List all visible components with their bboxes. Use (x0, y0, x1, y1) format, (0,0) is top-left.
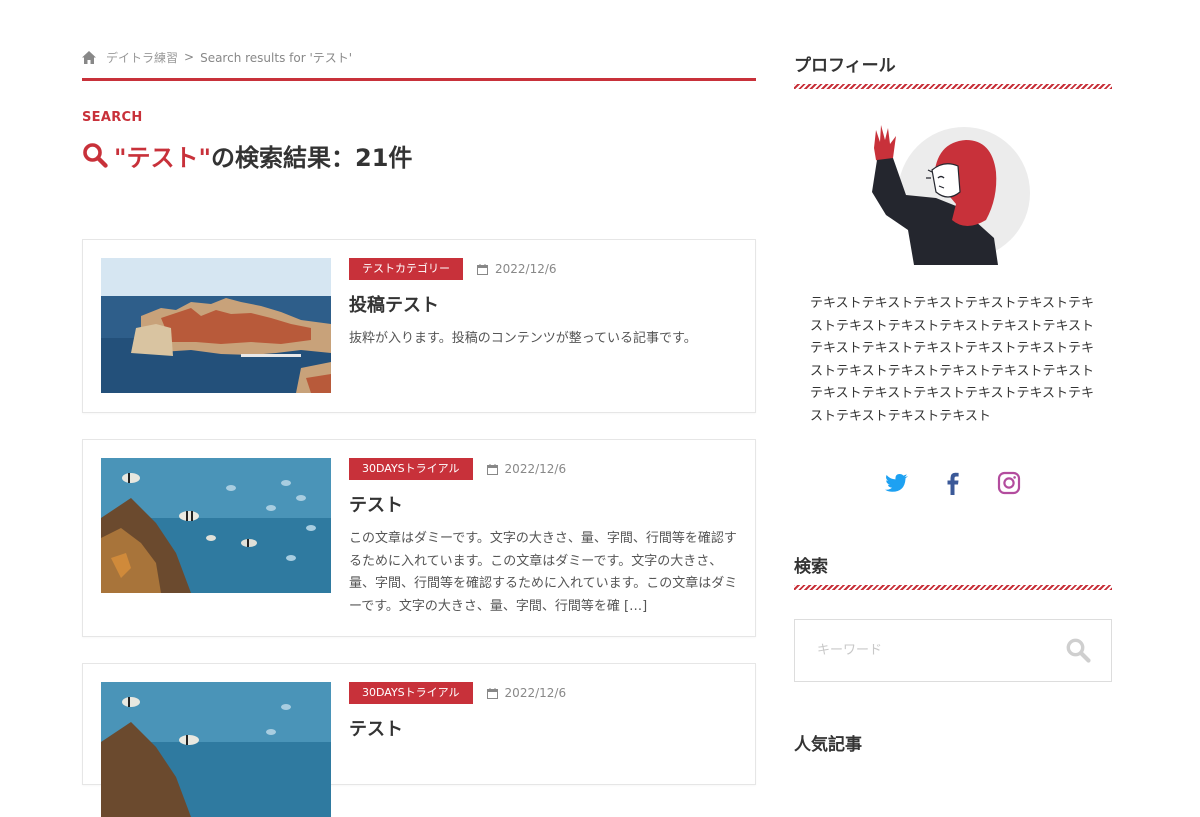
widget-divider (794, 84, 1112, 89)
post-card[interactable]: 30DAYSトライアル 2022/12/6 テスト この文章はダミーです。文字の… (82, 439, 756, 637)
search-result-count: の検索結果：21件 (211, 143, 413, 172)
post-excerpt: 抜粋が入ります。投稿のコンテンツが整っている記事です。 (349, 331, 697, 346)
calendar-icon (486, 687, 498, 699)
search-form (794, 619, 1112, 682)
avatar (872, 125, 1030, 265)
search-widget-title: 検索 (794, 557, 828, 577)
page: デイトラ練習 > Search results for 'テスト' SEARCH… (0, 0, 1200, 817)
post-title[interactable]: テスト (349, 715, 403, 741)
category-badge[interactable]: 30DAYSトライアル (349, 458, 473, 480)
breadcrumb-current: Search results for 'テスト' (200, 50, 353, 65)
search-icon (83, 143, 108, 168)
search-submit-icon[interactable] (1065, 637, 1091, 663)
post-title[interactable]: 投稿テスト (349, 291, 439, 317)
profile-text: テキストテキストテキストテキストテキストテキストテキストテキストテキストテキスト… (810, 296, 1095, 424)
post-title[interactable]: テスト (349, 491, 403, 517)
reef-fish-icon (101, 458, 331, 593)
category-badge[interactable]: テストカテゴリー (349, 258, 463, 280)
coastal-old-town-icon (101, 258, 331, 393)
calendar-icon (477, 263, 488, 275)
profile-widget-title: プロフィール (794, 56, 896, 76)
post-date-text: 2022/12/6 (504, 462, 567, 476)
post-date-text: 2022/12/6 (495, 262, 557, 276)
post-thumbnail[interactable] (101, 458, 331, 593)
post-date: 2022/12/6 (486, 686, 567, 700)
home-icon[interactable] (82, 50, 96, 64)
breadcrumb-separator: > (184, 50, 195, 64)
reef-fish-icon (101, 682, 331, 817)
twitter-icon[interactable] (884, 470, 910, 496)
search-term: "テスト" (114, 143, 212, 172)
page-title: "テスト" の検索結果：21件 (82, 138, 412, 172)
facebook-icon[interactable] (940, 470, 966, 496)
post-card[interactable]: テストカテゴリー 2022/12/6 投稿テスト 抜粋が入ります。投稿のコンテン… (82, 239, 756, 413)
calendar-icon (486, 463, 498, 475)
post-meta: 30DAYSトライアル 2022/12/6 (349, 458, 566, 480)
post-date-text: 2022/12/6 (504, 686, 567, 700)
post-meta: 30DAYSトライアル 2022/12/6 (349, 682, 566, 704)
post-thumbnail[interactable] (101, 682, 331, 817)
search-input[interactable] (795, 620, 1067, 681)
post-date: 2022/12/6 (477, 262, 557, 276)
breadcrumb-divider (82, 78, 756, 81)
popular-widget-title: 人気記事 (794, 735, 862, 755)
breadcrumb: デイトラ練習 > Search results for 'テスト' (82, 48, 756, 66)
category-badge[interactable]: 30DAYSトライアル (349, 682, 473, 704)
post-meta: テストカテゴリー 2022/12/6 (349, 258, 557, 280)
post-excerpt: この文章はダミーです。文字の大きさ、量、字間、行間等を確認するために入れています… (349, 531, 738, 614)
breadcrumb-home-link[interactable]: デイトラ練習 (106, 49, 178, 66)
post-thumbnail[interactable] (101, 258, 331, 393)
instagram-icon[interactable] (996, 470, 1022, 496)
post-card[interactable]: 30DAYSトライアル 2022/12/6 テスト (82, 663, 756, 817)
search-label: SEARCH (82, 110, 143, 125)
widget-divider (794, 585, 1112, 590)
post-date: 2022/12/6 (486, 462, 567, 476)
